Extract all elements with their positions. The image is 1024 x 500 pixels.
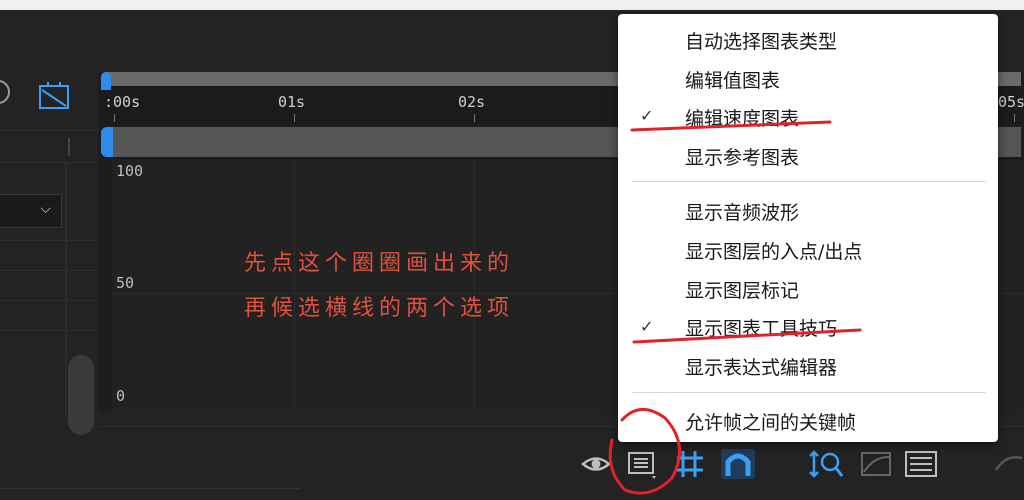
divider [0, 130, 98, 131]
tick-label: :00s [104, 93, 141, 111]
menu-item-allow-keyframes-between-frames[interactable]: 允许帧之间的关键帧 [685, 408, 856, 435]
menu-item-show-audio-waveform[interactable]: 显示音频波形 [685, 198, 799, 225]
menu-item-show-reference-graph[interactable]: 显示参考图表 [685, 143, 799, 170]
menu-item-edit-value-graph[interactable]: 编辑值图表 [685, 66, 780, 93]
menu-item-edit-speed-graph[interactable]: 编辑速度图表 [685, 104, 799, 131]
scrollbar[interactable] [68, 355, 94, 435]
menu-item-show-expression-editor[interactable]: 显示表达式编辑器 [685, 353, 837, 380]
annotation-line-2: 再候选横线的两个选项 [244, 296, 515, 321]
menu-item-auto-graph-type[interactable]: 自动选择图表类型 [685, 27, 837, 54]
divider [0, 488, 300, 489]
divider [0, 270, 98, 271]
chevron-down-icon: ⌵ [40, 201, 51, 217]
divider [0, 162, 98, 163]
graph-editor-icon[interactable] [38, 80, 72, 114]
menu-item-show-layer-in-out[interactable]: 显示图层的入点/出点 [685, 237, 862, 264]
graph-options-icon[interactable] [626, 448, 660, 480]
y-axis-label: 50 [116, 274, 135, 292]
tick [474, 114, 475, 122]
ease-icon[interactable] [994, 448, 1024, 480]
annotation-line-1: 先点这个圈圈画出来的 [244, 251, 515, 276]
curve-icon[interactable] [904, 448, 940, 480]
y-axis-label: 0 [116, 387, 126, 405]
menu-separator [632, 181, 986, 182]
menu-item-show-layer-markers[interactable]: 显示图层标记 [685, 276, 799, 303]
tick-label: 05s [998, 93, 1024, 111]
grid-line [294, 160, 295, 412]
tick-label: 02s [458, 93, 486, 111]
magnet-icon[interactable] [720, 448, 756, 480]
column-divider [65, 163, 67, 418]
left-panel [0, 72, 98, 500]
grid-line [474, 160, 475, 412]
divider [0, 300, 98, 301]
property-dropdown[interactable]: ⌵ [0, 194, 62, 228]
eye-icon[interactable] [580, 448, 612, 480]
check-icon: ✓ [640, 106, 654, 125]
menu-separator [632, 392, 986, 393]
playhead[interactable] [101, 127, 113, 157]
top-strip [0, 0, 1024, 10]
divider [0, 240, 98, 241]
tick [114, 114, 115, 122]
frame-icon[interactable] [860, 448, 894, 480]
playhead-handle[interactable] [101, 72, 111, 90]
grid-snap-icon[interactable] [674, 448, 706, 480]
tick-label: 01s [278, 93, 306, 111]
tick [294, 114, 295, 122]
fit-zoom-icon[interactable] [808, 448, 846, 480]
y-axis-label: 100 [116, 162, 144, 180]
resize-handle[interactable] [68, 138, 70, 156]
divider [0, 330, 98, 331]
graph-options-menu: 自动选择图表类型 编辑值图表 ✓ 编辑速度图表 显示参考图表 显示音频波形 显示… [618, 14, 998, 442]
menu-item-show-graph-tool-tips[interactable]: 显示图表工具技巧 [685, 314, 837, 341]
tick [1014, 114, 1015, 122]
check-icon: ✓ [640, 317, 654, 336]
